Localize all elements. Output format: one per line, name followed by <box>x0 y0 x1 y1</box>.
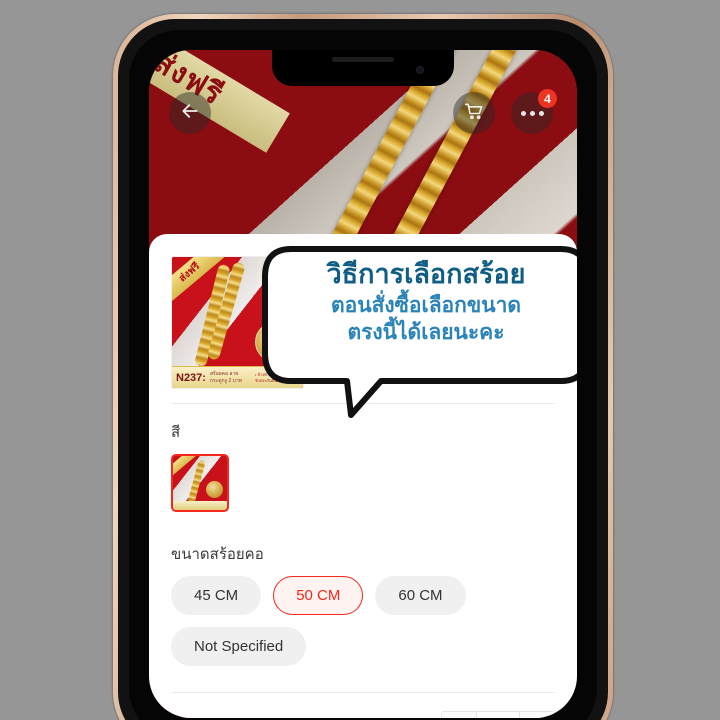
quantity-decrement-button[interactable]: – <box>442 712 476 718</box>
more-options-button[interactable]: 4 <box>511 89 557 134</box>
size-option-not-specified[interactable]: Not Specified <box>171 627 307 666</box>
phone-device-frame: ส่งฟรี 4 ส่งฟรี N237: สร้อยคอ ลายกระดูกง… <box>113 14 613 720</box>
quantity-value[interactable]: 1 <box>476 712 520 718</box>
phone-band: ส่งฟรี 4 ส่งฟรี N237: สร้อยคอ ลายกระดูกง… <box>118 19 608 720</box>
notch-speaker-grille <box>332 57 394 62</box>
close-button[interactable]: ✕ <box>527 259 555 287</box>
color-section: สี <box>171 404 555 516</box>
size-section: ขนาดสร้อยคอ 45 CM 50 CM 60 CM Not Specif… <box>171 516 555 670</box>
screenshot-stage: ส่งฟรี 4 ส่งฟรี N237: สร้อยคอ ลายกระดูกง… <box>0 0 720 720</box>
product-thumbnail[interactable]: ส่งฟรี N237: สร้อยคอ ลายกระดูกงู 2 บาท •… <box>171 256 304 389</box>
shopping-cart-icon <box>464 101 484 126</box>
hero-free-shipping-banner: ส่งฟรี <box>149 50 290 153</box>
phone-screen: ส่งฟรี 4 ส่งฟรี N237: สร้อยคอ ลายกระดูกง… <box>149 50 577 718</box>
size-option-60cm[interactable]: 60 CM <box>375 576 466 615</box>
quantity-stepper: – 1 + <box>441 711 555 718</box>
quantity-increment-button[interactable]: + <box>520 712 554 718</box>
swatch-detail-circle <box>206 481 223 498</box>
color-section-label: สี <box>171 424 181 441</box>
product-summary-row: ส่งฟรี N237: สร้อยคอ ลายกระดูกงู 2 บาท •… <box>171 234 555 403</box>
color-swatch-gold[interactable] <box>171 454 229 512</box>
size-section-label: ขนาดสร้อยคอ <box>171 546 264 563</box>
variant-selection-sheet: ส่งฟรี N237: สร้อยคอ ลายกระดูกงู 2 บาท •… <box>149 234 577 718</box>
size-options: 45 CM 50 CM 60 CM Not Specified <box>171 576 555 666</box>
swatch-footer <box>173 501 227 510</box>
thumbnail-caption: สร้อยคอ ลายกระดูกงู 2 บาท <box>209 371 242 384</box>
size-option-50cm[interactable]: 50 CM <box>273 576 364 615</box>
cart-button[interactable] <box>453 92 495 134</box>
thumbnail-detail-circle <box>255 322 295 362</box>
arrow-left-icon <box>180 101 200 126</box>
thumbnail-caption-right: • ล้างทำความสะอาดได้ • รับประกันสินค้า <box>255 372 298 383</box>
quantity-label: จำนวน <box>171 716 217 719</box>
selected-variant-summary: Gold, 50 CM <box>324 330 409 347</box>
thumbnail-product-code: N237: <box>176 371 206 384</box>
product-price: ฿390.00 <box>324 257 416 285</box>
notification-badge: 4 <box>538 89 557 108</box>
size-option-45cm[interactable]: 45 CM <box>171 576 262 615</box>
phone-notch <box>272 50 454 86</box>
back-button[interactable] <box>169 92 211 134</box>
thumbnail-footer: N237: สร้อยคอ ลายกระดูกงู 2 บาท • ล้างทำ… <box>172 366 303 388</box>
quantity-row: จำนวน – 1 + <box>171 693 555 718</box>
product-info: ฿390.00 Gold, 50 CM ✕ <box>304 256 555 389</box>
front-camera-icon <box>416 66 424 74</box>
phone-bezel: ส่งฟรี 4 ส่งฟรี N237: สร้อยคอ ลายกระดูกง… <box>129 30 597 720</box>
more-options-icon <box>520 110 544 116</box>
